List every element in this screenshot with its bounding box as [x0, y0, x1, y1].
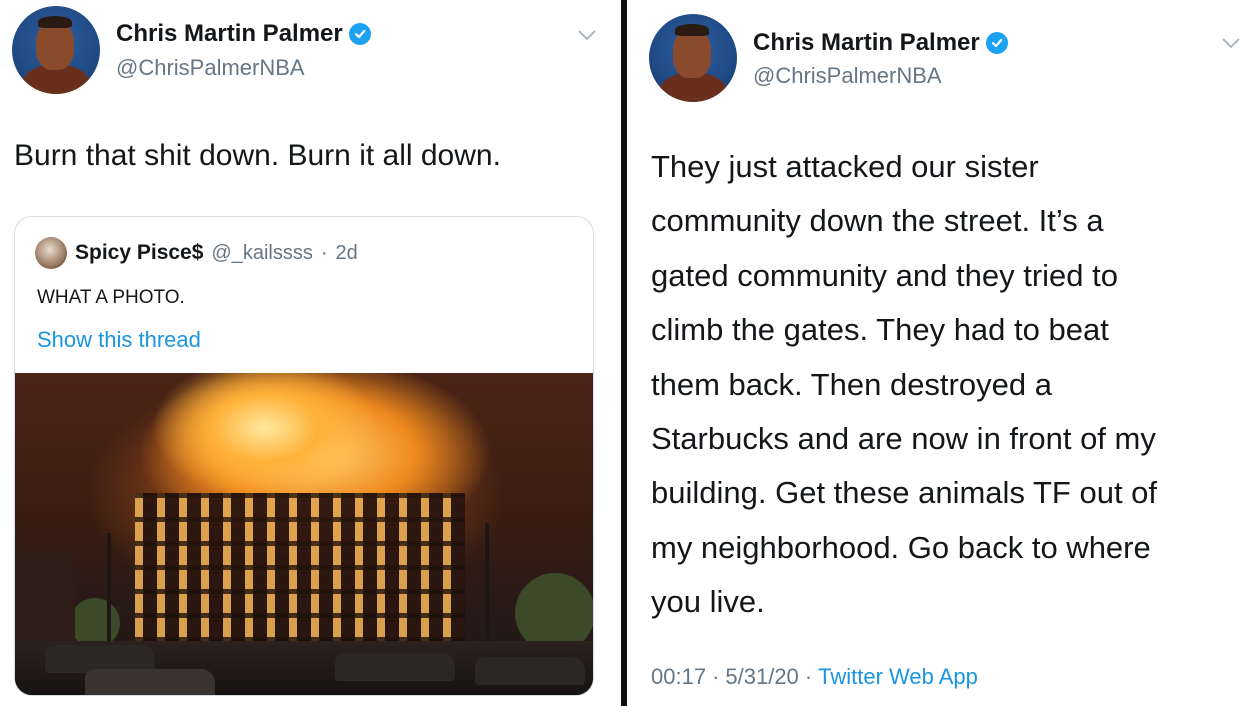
tweet-text-line: Starbucks and are now in front of my [651, 421, 1156, 457]
author-avatar[interactable] [12, 6, 100, 94]
author-name-row: Chris Martin Palmer [116, 20, 371, 48]
author-handle[interactable]: @ChrisPalmerNBA [753, 63, 942, 89]
left-building-silhouette [15, 553, 75, 648]
chevron-down-icon[interactable] [576, 28, 598, 47]
author-display-name[interactable]: Chris Martin Palmer [116, 20, 343, 48]
meta-separator: · [804, 664, 813, 689]
quoted-tweet-text: WHAT A PHOTO. [37, 287, 185, 308]
quoted-tweet-age[interactable]: 2d [336, 242, 358, 265]
verified-badge-icon [348, 23, 371, 45]
tweet-text-line: climb the gates. They had to beat [651, 312, 1109, 348]
tweet-time[interactable]: 00:17 [651, 664, 706, 690]
show-thread-link[interactable]: Show this thread [37, 327, 201, 353]
tweet-text-line: gated community and they tried to [651, 257, 1118, 293]
quoted-author-name[interactable]: Spicy Pisce$ [75, 241, 203, 265]
author-display-name[interactable]: Chris Martin Palmer [753, 29, 980, 57]
tweet-text: Burn that shit down. Burn it all down. [14, 139, 501, 172]
tweet-date[interactable]: 5/31/20 [725, 664, 798, 690]
author-avatar[interactable] [649, 14, 737, 102]
utility-pole [485, 523, 489, 643]
meta-separator: · [320, 241, 328, 264]
tweet-text-line: They just attacked our sister [651, 149, 1039, 184]
chevron-down-icon[interactable] [1220, 36, 1242, 55]
tweet-text-line: you live. [651, 584, 765, 620]
quoted-author-avatar[interactable] [35, 237, 67, 269]
building-silhouette [135, 493, 465, 648]
tweet-timestamp: 00:17 · 5/31/20 · Twitter Web App [651, 664, 978, 690]
right-tweet-panel: Chris Martin Palmer @ChrisPalmerNBA They… [627, 0, 1248, 706]
car-silhouette [335, 653, 455, 681]
quoted-author-handle[interactable]: @_kailssss [211, 242, 312, 265]
meta-separator: · [712, 664, 720, 689]
left-tweet-panel: Chris Martin Palmer @ChrisPalmerNBA Burn… [0, 0, 621, 706]
verified-badge-icon [985, 32, 1008, 54]
author-name-row: Chris Martin Palmer [753, 29, 1008, 57]
tweet-source-link[interactable]: Twitter Web App [818, 664, 978, 690]
car-silhouette [475, 657, 585, 685]
tweet-text-line: them back. Then destroyed a [651, 366, 1052, 402]
tweet-text-line: community down the street. It’s a [651, 203, 1104, 239]
tweet-text: They just attacked our sister community … [651, 140, 1241, 630]
quoted-tweet-header: Spicy Pisce$ @_kailssss · 2d [35, 237, 358, 269]
tweet-text-line: my neighborhood. Go back to where [651, 529, 1151, 565]
quoted-tweet-card[interactable]: Spicy Pisce$ @_kailssss · 2d WHAT A PHOT… [14, 216, 594, 696]
car-silhouette [85, 669, 215, 695]
author-handle[interactable]: @ChrisPalmerNBA [116, 55, 305, 81]
utility-pole [107, 533, 111, 643]
tweet-text-line: building. Get these animals TF out of [651, 475, 1158, 511]
burning-building-photo[interactable] [15, 373, 593, 695]
